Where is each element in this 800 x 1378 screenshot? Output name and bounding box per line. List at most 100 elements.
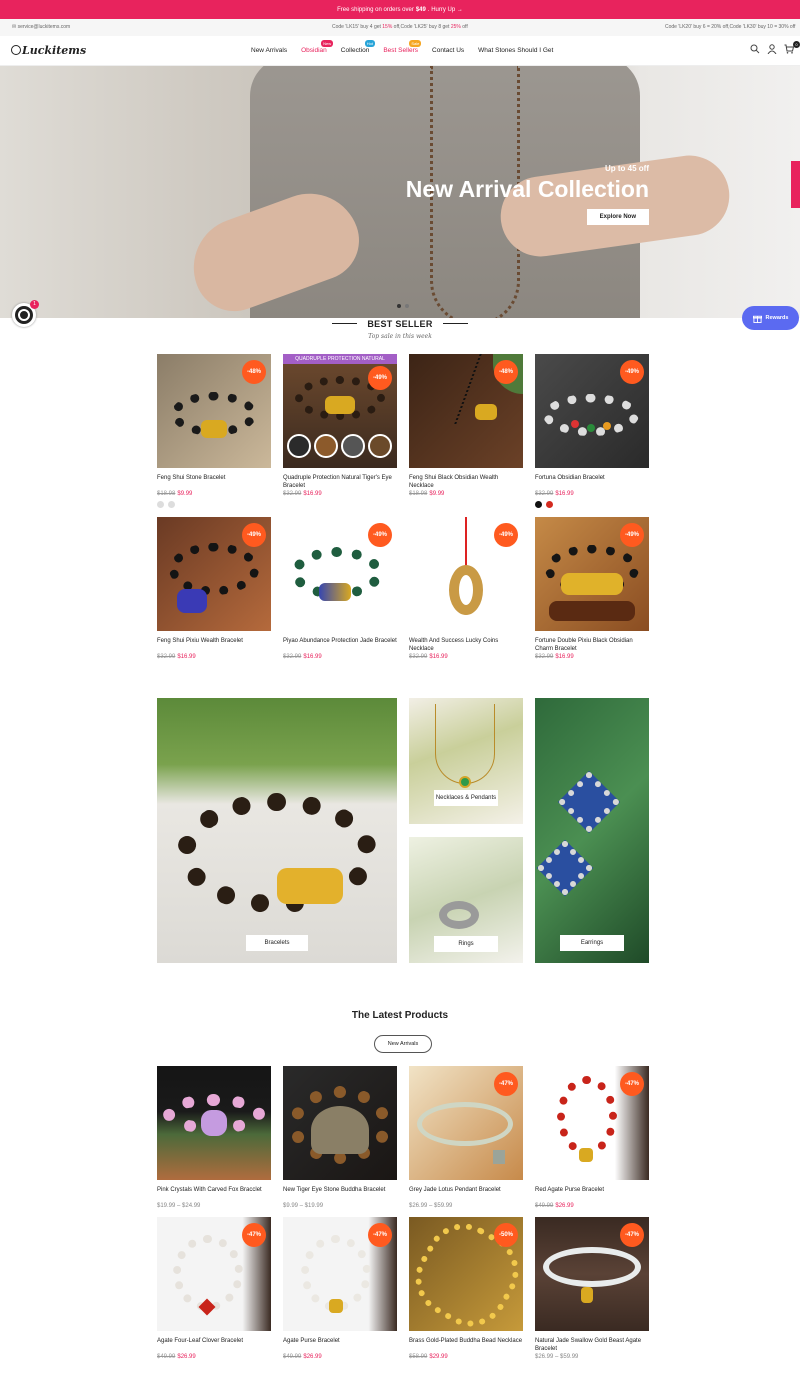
product-image[interactable]: -47% [283, 1217, 397, 1331]
product-image[interactable]: QUADRUPLE PROTECTION NATURAL -49% [283, 354, 397, 468]
pixiu-charm-graphic [561, 573, 623, 595]
product-image[interactable]: -49% [535, 517, 649, 631]
product-card[interactable]: -49% Feng Shui Pixiu Wealth Bracelet $32… [157, 517, 271, 660]
product-name[interactable]: Piyao Abundance Protection Jade Bracelet [283, 637, 397, 653]
cart-count-badge: 0 [793, 41, 800, 48]
side-promo-tab[interactable] [791, 161, 800, 208]
product-name[interactable]: Brass Gold-Plated Buddha Bead Necklace [409, 1337, 523, 1353]
product-card[interactable]: -50% Brass Gold-Plated Buddha Bead Neckl… [409, 1217, 523, 1360]
product-image[interactable]: -47% [535, 1066, 649, 1180]
product-price: $32.99 $16.99 [283, 654, 397, 660]
color-swatch[interactable] [535, 501, 542, 508]
discount-badge: -50% [494, 1223, 518, 1247]
old-price: $18.98 [409, 491, 428, 497]
product-image[interactable]: -49% [157, 517, 271, 631]
necklaces-label[interactable]: Necklaces & Pendants [434, 790, 498, 806]
product-card[interactable]: -47% Natural Jade Swallow Gold Beast Aga… [535, 1217, 649, 1360]
product-name[interactable]: Quadruple Protection Natural Tiger's Eye… [283, 474, 397, 490]
color-swatch[interactable] [168, 501, 175, 508]
product-card[interactable]: -49% Piyao Abundance Protection Jade Bra… [283, 517, 397, 660]
collection-bracelets[interactable]: Bracelets [157, 698, 397, 963]
bracelet-graphic [557, 1076, 617, 1156]
product-image[interactable]: -47% [409, 1066, 523, 1180]
product-card[interactable]: New Tiger Eye Stone Buddha Bracelet $9.9… [283, 1066, 397, 1209]
product-price: $32.99 $16.99 [535, 491, 649, 497]
product-name[interactable]: Feng Shui Black Obsidian Wealth Necklace [409, 474, 523, 490]
product-name[interactable]: Wealth And Success Lucky Coins Necklace [409, 637, 523, 653]
product-name[interactable]: Agate Four-Leaf Clover Bracelet [157, 1337, 271, 1353]
product-image[interactable]: -49% [409, 517, 523, 631]
discount-badge: -48% [494, 360, 518, 384]
color-swatches [535, 501, 649, 508]
product-card[interactable]: -47% Grey Jade Lotus Pendant Bracelet $2… [409, 1066, 523, 1209]
product-name[interactable]: Feng Shui Pixiu Wealth Bracelet [157, 637, 271, 653]
pixiu-charm-graphic [201, 420, 227, 438]
rings-label[interactable]: Rings [434, 936, 498, 952]
nav-contact-us[interactable]: Contact Us [432, 47, 464, 54]
product-image[interactable] [283, 1066, 397, 1180]
product-name[interactable]: Red Agate Purse Bracelet [535, 1186, 649, 1202]
best-seller-subtitle: Top sale in this week [368, 333, 432, 340]
product-name[interactable]: Feng Shui Stone Bracelet [157, 474, 271, 490]
product-image[interactable]: -48% [157, 354, 271, 468]
product-image[interactable]: -49% [535, 354, 649, 468]
slider-dot[interactable] [397, 304, 401, 308]
site-logo[interactable]: Luckitems [11, 44, 86, 57]
sale-price: $9.99 [177, 491, 193, 497]
product-card[interactable]: -47% Agate Four-Leaf Clover Bracelet $49… [157, 1217, 271, 1360]
stand-graphic [549, 601, 635, 621]
collection-necklaces[interactable]: Necklaces & Pendants [409, 698, 523, 824]
product-name[interactable]: Grey Jade Lotus Pendant Bracelet [409, 1186, 523, 1202]
search-icon[interactable] [750, 44, 760, 57]
sale-price: $26.99 [177, 1354, 196, 1360]
slider-dot[interactable] [405, 304, 409, 308]
product-name[interactable]: Fortune Double Pixiu Black Obsidian Char… [535, 637, 649, 653]
sale-badge: Sale [409, 40, 422, 47]
new-badge: New [321, 40, 334, 47]
collection-earrings[interactable]: Earrings [535, 698, 649, 963]
hero-title: New Arrival Collection [405, 176, 649, 202]
new-arrivals-button[interactable]: New Arrivals [374, 1035, 432, 1053]
promo-bar[interactable]: Free shipping on orders over $49 . Hurry… [0, 0, 800, 19]
product-card[interactable]: -47% Red Agate Purse Bracelet $49.99 $26.… [535, 1066, 649, 1209]
bracelets-label[interactable]: Bracelets [246, 935, 308, 951]
account-icon[interactable] [767, 44, 777, 57]
nav-best-sellers[interactable]: Best Sellers Sale [383, 40, 422, 54]
nav-collection[interactable]: Collection Hot [341, 40, 376, 54]
product-card[interactable]: -48% Feng Shui Black Obsidian Wealth Nec… [409, 354, 523, 497]
product-name[interactable]: New Tiger Eye Stone Buddha Bracelet [283, 1186, 397, 1202]
necklace-graphic [416, 354, 482, 424]
product-card[interactable]: Pink Crystals With Carved Fox Bracclet $… [157, 1066, 271, 1209]
product-card[interactable]: -49% Fortune Double Pixiu Black Obsidian… [535, 517, 649, 660]
product-image[interactable]: -47% [535, 1217, 649, 1331]
bead-graphic [603, 422, 611, 430]
product-image[interactable]: -49% [283, 517, 397, 631]
product-image[interactable] [157, 1066, 271, 1180]
product-image[interactable]: -50% [409, 1217, 523, 1331]
product-name[interactable]: Agate Purse Bracelet [283, 1337, 397, 1353]
product-card[interactable]: QUADRUPLE PROTECTION NATURAL -49% Quadru… [283, 354, 397, 497]
collection-rings[interactable]: Rings [409, 837, 523, 963]
product-name[interactable]: Fortuna Obsidian Bracelet [535, 474, 649, 490]
hero-banner[interactable]: Up to 45 off New Arrival Collection Expl… [0, 66, 800, 318]
support-email[interactable]: ✉ service@luckitems.com [12, 24, 70, 30]
product-image[interactable]: -47% [157, 1217, 271, 1331]
color-swatch[interactable] [157, 501, 164, 508]
product-image[interactable]: -48% [409, 354, 523, 468]
product-card[interactable]: -49% Fortuna Obsidian Bracelet $32.99 $16… [535, 354, 649, 508]
earrings-label[interactable]: Earrings [560, 935, 624, 951]
nav-what-stones[interactable]: What Stones Should I Get [478, 47, 553, 54]
latest-products-title: The Latest Products [351, 1010, 449, 1021]
discount-badge: -49% [620, 360, 644, 384]
product-name[interactable]: Natural Jade Swallow Gold Beast Agate Br… [535, 1337, 649, 1353]
explore-now-button[interactable]: Explore Now [586, 209, 649, 225]
nav-obsidian[interactable]: Obsidian New [301, 40, 334, 54]
color-swatch[interactable] [546, 501, 553, 508]
product-name[interactable]: Pink Crystals With Carved Fox Bracclet [157, 1186, 271, 1202]
pixiu-charm-graphic [319, 583, 351, 601]
product-card[interactable]: -48% Feng Shui Stone Bracelet $18.98 $9.9… [157, 354, 271, 508]
stone-thumbnail [368, 434, 392, 458]
product-card[interactable]: -47% Agate Purse Bracelet $49.99 $26.99 [283, 1217, 397, 1360]
nav-new-arrivals[interactable]: New Arrivals [251, 47, 287, 54]
product-card[interactable]: -49% Wealth And Success Lucky Coins Neck… [409, 517, 523, 660]
